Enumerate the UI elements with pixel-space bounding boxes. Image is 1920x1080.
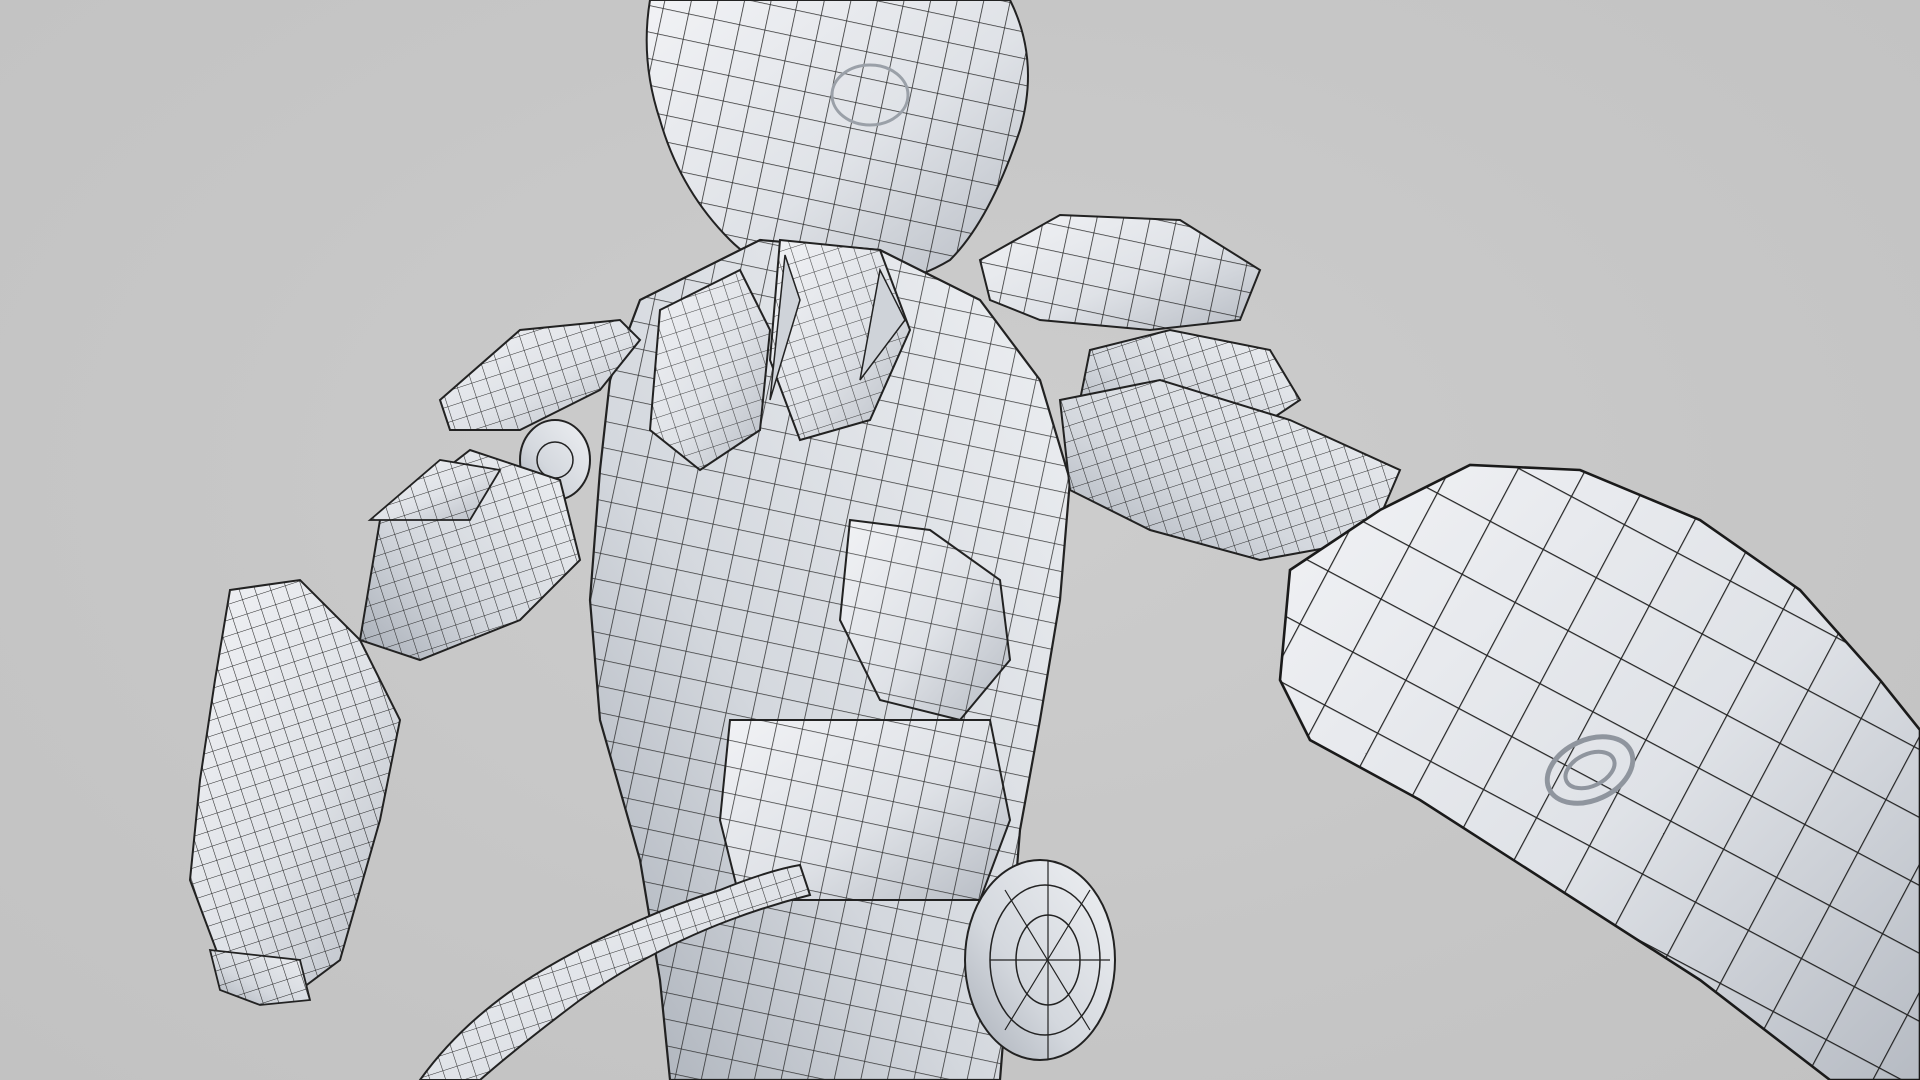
left-arm	[358, 448, 582, 662]
hip-joint-disc	[964, 859, 1116, 1061]
robot-render	[188, 0, 1920, 1080]
robot-head	[645, 0, 1029, 287]
right-forearm	[1278, 463, 1920, 1080]
render-viewport	[0, 0, 1920, 1080]
